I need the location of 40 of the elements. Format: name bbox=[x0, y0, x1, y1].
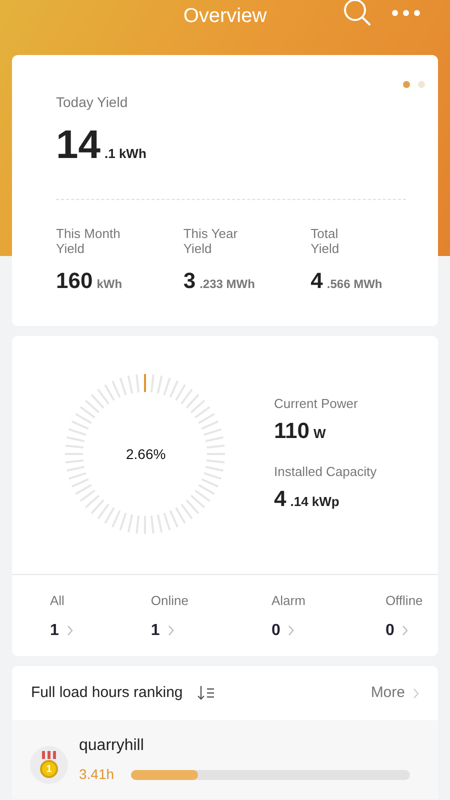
pager-dot[interactable] bbox=[418, 81, 425, 88]
power-value: 110 bbox=[274, 420, 310, 442]
device-filter[interactable]: All 1 bbox=[50, 593, 73, 643]
yield-label: This Year Yield bbox=[183, 226, 239, 256]
medal-icon: 1 bbox=[30, 746, 68, 784]
yield-label: This Month Yield bbox=[56, 226, 122, 256]
today-yield-unit: .1 kWh bbox=[104, 145, 146, 163]
device-filter[interactable]: Offline 0 bbox=[385, 593, 423, 643]
yield-value: 4 bbox=[310, 270, 323, 292]
today-yield-value: 14 bbox=[56, 125, 100, 165]
today-yield-label: Today Yield bbox=[56, 95, 129, 110]
chevron-icon bbox=[413, 688, 419, 698]
power-unit: .14 kWp bbox=[290, 492, 340, 511]
sort-icon[interactable] bbox=[196, 685, 215, 701]
power-unit: W bbox=[314, 425, 326, 443]
yield-value: 3 bbox=[183, 270, 196, 292]
yield-unit: .233 MWh bbox=[200, 276, 255, 293]
page-title: Overview bbox=[183, 4, 267, 29]
more-link[interactable]: More bbox=[370, 682, 419, 704]
hours-value: 3.41h bbox=[79, 765, 116, 784]
device-filter[interactable]: Alarm 0 bbox=[271, 593, 306, 643]
yield-value: 160 bbox=[56, 270, 93, 292]
ranking-row[interactable]: 1 quarryhill 3.41h bbox=[12, 720, 438, 799]
device-filter[interactable]: Online 1 bbox=[150, 593, 188, 643]
chevron-icon bbox=[168, 625, 174, 636]
chevron-icon bbox=[402, 625, 408, 636]
yield-label: Total Yield bbox=[310, 226, 340, 256]
power-label: Current Power bbox=[274, 396, 359, 411]
power-label: Installed Capacity bbox=[274, 464, 377, 478]
yield-unit: .566 MWh bbox=[326, 276, 382, 293]
chevron-icon bbox=[288, 625, 294, 636]
ranking-title: Full load hours ranking bbox=[31, 682, 183, 703]
power-value: 4 bbox=[274, 488, 286, 510]
gauge-percentage: 2.66% bbox=[126, 445, 166, 464]
chevron-icon bbox=[66, 625, 73, 636]
pager-dot[interactable] bbox=[403, 81, 410, 88]
search-icon[interactable] bbox=[343, 0, 373, 28]
station-name: quarryhill bbox=[79, 736, 145, 756]
yield-unit: kWh bbox=[96, 276, 122, 293]
more-icon[interactable] bbox=[391, 9, 421, 17]
